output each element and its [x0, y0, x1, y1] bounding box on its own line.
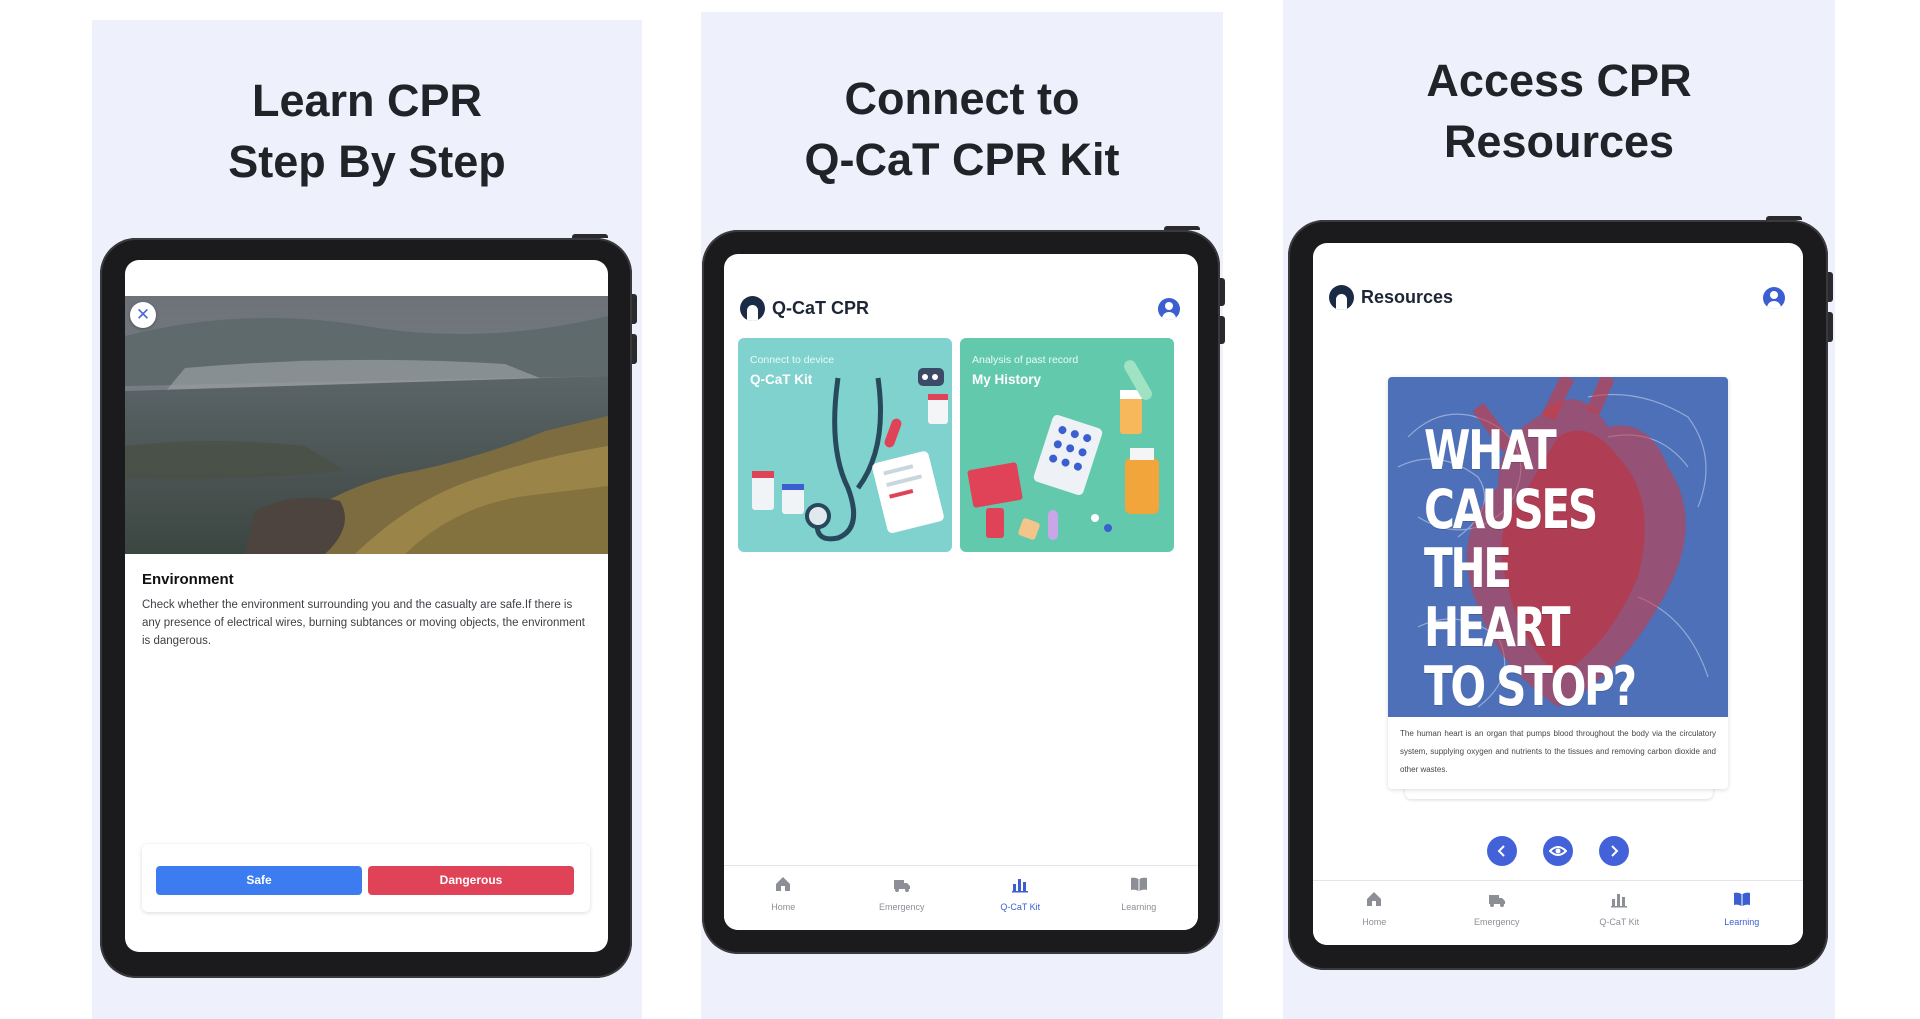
chevron-left-icon — [1497, 845, 1505, 857]
nav-home[interactable]: Home — [724, 866, 843, 930]
panel-learn-cpr: Learn CPR Step By Step ✕ Environment Che… — [92, 20, 642, 1019]
tablet-top-button — [572, 234, 608, 238]
book-icon — [1733, 892, 1750, 906]
medicine-illustration — [967, 360, 1159, 540]
tablet-frame: Q-CaT CPR Connect to device Q-CaT Kit An… — [702, 226, 1225, 954]
nav-label-learning: Learning — [1724, 917, 1760, 927]
nav-home[interactable]: Home — [1313, 881, 1436, 945]
tablet-side-button — [1828, 272, 1833, 302]
tablet-frame: ✕ Environment Check whether the environm… — [100, 234, 637, 978]
carousel-next-button[interactable] — [1599, 836, 1630, 866]
nav-qcat-kit[interactable]: Q-CaT Kit — [961, 866, 1080, 930]
scenario-description: Check whether the environment surroundin… — [142, 599, 585, 647]
app-title: Resources — [1361, 287, 1454, 307]
bar-chart-icon — [1012, 879, 1029, 893]
book-icon — [1130, 877, 1147, 891]
my-history-card[interactable]: Analysis of past record My History — [960, 338, 1174, 552]
ambulance-icon — [1488, 895, 1505, 907]
answer-card: Safe Dangerous — [142, 844, 590, 912]
stethoscope-illustration — [752, 368, 948, 542]
poster-headline: WHAT CAUSES THE HEART TO STOP? — [1424, 419, 1637, 717]
headline-learn-cpr: Learn CPR Step By Step — [228, 75, 506, 187]
tablet-side-button — [632, 334, 637, 364]
card-subtitle: Analysis of past record — [972, 354, 1079, 366]
safe-button[interactable]: Safe — [156, 866, 362, 895]
nav-learning[interactable]: Learning — [1681, 881, 1804, 945]
tablet-side-button — [1828, 312, 1833, 342]
panel-connect-kit: Connect to Q-CaT CPR Kit Q-CaT CPR Conne… — [701, 12, 1225, 1019]
nav-label-learning: Learning — [1121, 902, 1157, 912]
resource-description: The human heart is an organ that pumps b… — [1400, 729, 1716, 774]
resource-card[interactable]: WHAT CAUSES THE HEART TO STOP? The human… — [1388, 377, 1728, 789]
profile-icon[interactable] — [1158, 298, 1180, 320]
chevron-right-icon — [1611, 845, 1619, 857]
carousel-controls — [1313, 836, 1803, 866]
bottom-nav: Home Emergency Q-CaT Kit Learning — [724, 865, 1198, 930]
nav-label-home: Home — [771, 902, 796, 912]
bottom-nav: Home Emergency Q-CaT Kit Learning — [1313, 880, 1803, 945]
nav-learning[interactable]: Learning — [1080, 866, 1199, 930]
nav-label-emergency: Emergency — [878, 902, 925, 912]
tablet-side-button — [1220, 316, 1225, 344]
card-title: My History — [972, 372, 1042, 387]
screen-home: Q-CaT CPR Connect to device Q-CaT Kit An… — [724, 254, 1198, 930]
app-header: Q-CaT CPR — [740, 296, 869, 321]
headline-connect-kit: Connect to Q-CaT CPR Kit — [804, 73, 1120, 185]
tablet-side-button — [632, 294, 637, 324]
eye-icon — [1548, 846, 1568, 856]
tablet-top-button — [1766, 216, 1802, 220]
tablet-side-button — [1220, 278, 1225, 306]
qcat-kit-card[interactable]: Connect to device Q-CaT Kit — [738, 338, 952, 552]
nav-label-emergency: Emergency — [1473, 917, 1520, 927]
heart-poster-image: WHAT CAUSES THE HEART TO STOP? — [1388, 377, 1728, 717]
close-button[interactable]: ✕ — [130, 302, 156, 328]
screen-learn: ✕ Environment Check whether the environm… — [125, 260, 608, 952]
app-logo-icon — [740, 296, 765, 321]
carousel-view-button[interactable] — [1543, 836, 1573, 866]
environment-landscape-image — [125, 296, 608, 554]
home-icon — [776, 877, 791, 891]
nav-label-home: Home — [1362, 917, 1387, 927]
nav-emergency[interactable]: Emergency — [843, 866, 962, 930]
nav-qcat-kit[interactable]: Q-CaT Kit — [1558, 881, 1681, 945]
nav-label-qcat-kit: Q-CaT Kit — [1599, 917, 1640, 927]
dangerous-button[interactable]: Dangerous — [368, 866, 574, 895]
carousel-prev-button[interactable] — [1486, 836, 1517, 866]
screen-resources: Resources WHAT CAUSES THE HEART TO STOP?… — [1313, 243, 1803, 945]
headline-resources: Access CPR Resources — [1426, 55, 1692, 167]
nav-emergency[interactable]: Emergency — [1436, 881, 1559, 945]
app-title: Q-CaT CPR — [772, 298, 870, 318]
app-header: Resources — [1329, 285, 1453, 310]
card-title: Q-CaT Kit — [750, 372, 813, 387]
home-icon — [1367, 892, 1382, 906]
bar-chart-icon — [1611, 894, 1628, 908]
tablet-top-button — [1164, 226, 1200, 230]
panel-resources: Access CPR Resources Resources WHAT CAUS… — [1283, 0, 1835, 1019]
profile-icon[interactable] — [1763, 287, 1785, 309]
tablet-frame: Resources WHAT CAUSES THE HEART TO STOP?… — [1288, 216, 1833, 970]
nav-label-qcat-kit: Q-CaT Kit — [1000, 902, 1041, 912]
ambulance-icon — [893, 880, 910, 892]
scenario-title: Environment — [142, 571, 234, 588]
app-logo-icon — [1329, 285, 1354, 310]
card-subtitle: Connect to device — [750, 354, 835, 366]
